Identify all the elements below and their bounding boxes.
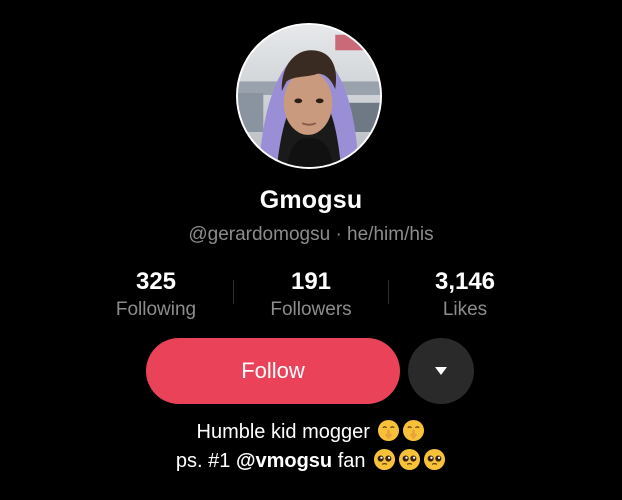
pleading-face-icon xyxy=(373,448,396,471)
pronouns: he/him/his xyxy=(347,224,434,245)
bio: Humble kid mogger ps. #1 @vmogsu fan xyxy=(0,418,622,476)
bio-suffix: fan xyxy=(337,450,366,472)
profile-stats: 325 Following 191 Followers 3,146 Likes xyxy=(0,268,622,324)
bio-line-1: Humble kid mogger xyxy=(0,418,622,447)
pleading-face-icon xyxy=(398,448,421,471)
bio-text: Humble kid mogger xyxy=(196,421,370,443)
stat-divider xyxy=(388,280,389,304)
username-handle: @gerardomogsu xyxy=(188,224,331,245)
avatar-photo xyxy=(238,25,380,167)
stat-divider xyxy=(233,280,234,304)
likes-count: 3,146 xyxy=(434,268,496,295)
stat-following[interactable]: 325 Following xyxy=(81,268,231,323)
handle-separator: · xyxy=(335,224,342,245)
more-options-button[interactable] xyxy=(408,338,474,404)
pleading-face-icon xyxy=(423,448,446,471)
likes-label: Likes xyxy=(442,299,488,320)
shushing-face-icon xyxy=(402,419,425,442)
following-count: 325 xyxy=(135,268,177,295)
bio-prefix: ps. #1 xyxy=(175,450,231,472)
followers-label: Followers xyxy=(270,299,352,320)
mention-link[interactable]: @vmogsu xyxy=(236,450,332,472)
stat-likes: 3,146 Likes xyxy=(390,268,540,323)
stat-followers[interactable]: 191 Followers xyxy=(236,268,386,323)
shushing-face-icon xyxy=(377,419,400,442)
bio-line-2: ps. #1 @vmogsu fan xyxy=(0,447,622,476)
display-name: Gmogsu xyxy=(259,186,363,214)
caret-down-icon xyxy=(435,367,447,375)
handle-line: @gerardomogsu · he/him/his xyxy=(0,224,622,246)
follow-button[interactable]: Follow xyxy=(146,338,400,404)
followers-count: 191 xyxy=(290,268,332,295)
profile-avatar[interactable] xyxy=(236,23,382,169)
following-label: Following xyxy=(115,299,197,320)
